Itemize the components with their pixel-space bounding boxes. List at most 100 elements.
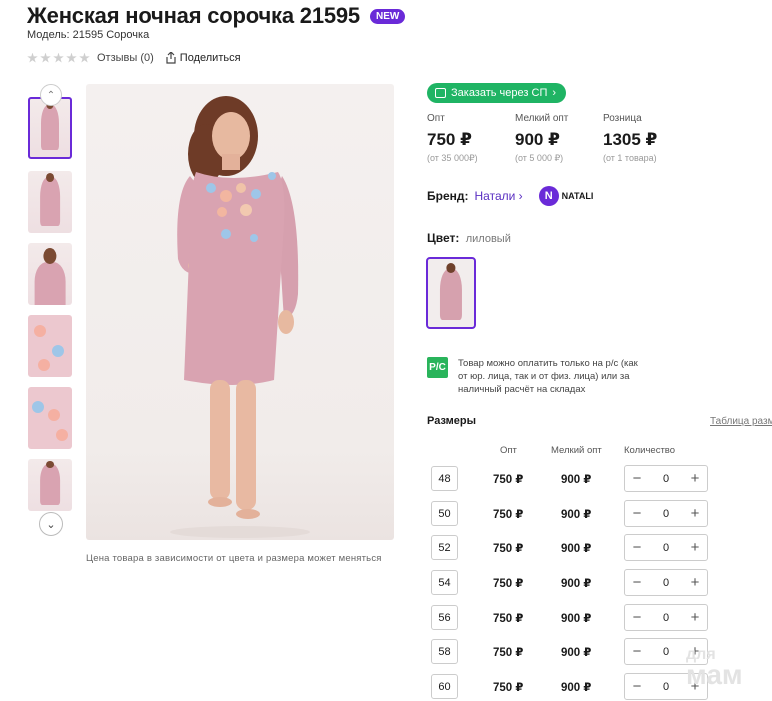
dress-figure — [40, 464, 60, 505]
quantity-input[interactable]: 0 — [663, 542, 669, 554]
print-flower — [48, 409, 60, 421]
size-small-opt-price: 900 ₽ — [561, 647, 592, 659]
size-opt-price: 750 ₽ — [493, 682, 524, 694]
size-row: 50 750 ₽ 900 ₽ − 0 + — [431, 500, 721, 527]
plus-button[interactable]: + — [688, 575, 702, 590]
quantity-input[interactable]: 0 — [663, 681, 669, 693]
star-icon — [40, 52, 51, 63]
star-icon — [66, 52, 77, 63]
brand-row: Бренд: Натали › N NATALI — [427, 186, 593, 206]
price-label: Розница — [603, 113, 642, 124]
size-table-link[interactable]: Таблица разм — [710, 416, 772, 427]
reviews-link[interactable]: Отзывы (0) — [97, 52, 154, 64]
thumbnail-3[interactable] — [28, 243, 72, 305]
payment-note: Р/С Товар можно оплатить только на р/с (… — [427, 357, 648, 396]
minus-button[interactable]: − — [630, 540, 644, 555]
price-small-opt: Мелкий опт 900 ₽ (от 5 000 ₽) — [515, 113, 575, 164]
size-row: 58 750 ₽ 900 ₽ − 0 + — [431, 638, 721, 665]
quantity-input[interactable]: 0 — [663, 473, 669, 485]
quantity-stepper: − 0 + — [624, 465, 708, 492]
print-flower — [34, 325, 46, 337]
price-note: (от 35 000₽) — [427, 153, 478, 163]
plus-button[interactable]: + — [688, 506, 702, 521]
model-head — [446, 263, 456, 273]
minus-button[interactable]: − — [630, 610, 644, 625]
size-label: 52 — [431, 535, 458, 560]
size-row: 52 750 ₽ 900 ₽ − 0 + — [431, 534, 721, 561]
quantity-input[interactable]: 0 — [663, 612, 669, 624]
minus-button[interactable]: − — [630, 471, 644, 486]
col-header-small-opt: Мелкий опт — [551, 445, 602, 456]
quantity-stepper: − 0 + — [624, 500, 708, 527]
watermark-line-2: мам — [686, 659, 743, 691]
quantity-input[interactable]: 0 — [663, 646, 669, 658]
quantity-input[interactable]: 0 — [663, 577, 669, 589]
chevron-up-icon: ⌃ — [46, 89, 56, 101]
star-icon — [79, 52, 90, 63]
brand-label: Бренд: — [427, 189, 469, 203]
color-label: Цвет: — [427, 231, 460, 245]
price-note: (от 1 товара) — [603, 153, 657, 163]
price-value: 900 ₽ — [515, 130, 560, 149]
product-title: Женская ночная сорочка 21595 — [27, 3, 360, 28]
thumbnail-4[interactable] — [28, 315, 72, 377]
size-small-opt-price: 900 ₽ — [561, 578, 592, 590]
minus-button[interactable]: − — [630, 644, 644, 659]
product-model: Модель: 21595 Сорочка — [27, 29, 150, 41]
bank-transfer-icon: Р/С — [427, 357, 448, 378]
size-label: 58 — [431, 639, 458, 664]
share-button[interactable]: Поделиться — [166, 52, 241, 64]
thumbnail-2[interactable] — [28, 171, 72, 233]
share-icon — [166, 52, 176, 64]
thumbnail-1[interactable] — [28, 97, 72, 159]
print-flower — [38, 359, 50, 371]
thumbnail-6[interactable] — [28, 459, 72, 511]
color-row: Цвет: лиловый — [427, 231, 511, 245]
dress-figure — [34, 261, 66, 305]
plus-button[interactable]: + — [688, 610, 702, 625]
price-label: Опт — [427, 113, 445, 124]
size-opt-price: 750 ₽ — [493, 474, 524, 486]
size-small-opt-price: 900 ₽ — [561, 543, 592, 555]
rating-stars — [27, 52, 90, 64]
new-badge: NEW — [369, 8, 406, 24]
payment-text: Товар можно оплатить только на р/с (как … — [458, 358, 638, 395]
price-block: Опт 750 ₽ (от 35 000₽) Мелкий опт 900 ₽ … — [427, 113, 663, 164]
print-flower — [56, 429, 68, 441]
brand-link[interactable]: Натали › — [475, 189, 523, 203]
share-label: Поделиться — [179, 52, 241, 64]
size-opt-price: 750 ₽ — [493, 543, 524, 555]
quantity-stepper: − 0 + — [624, 534, 708, 561]
size-opt-price: 750 ₽ — [493, 578, 524, 590]
size-opt-price: 750 ₽ — [493, 647, 524, 659]
minus-button[interactable]: − — [630, 506, 644, 521]
main-product-image[interactable] — [86, 84, 394, 540]
thumbs-up-button[interactable]: ⌃ — [40, 84, 62, 106]
plus-button[interactable]: + — [688, 540, 702, 555]
price-retail: Розница 1305 ₽ (от 1 товара) — [603, 113, 663, 164]
brand-logo[interactable]: N NATALI — [538, 186, 594, 206]
quantity-stepper: − 0 + — [624, 604, 708, 631]
image-caption: Цена товара в зависимости от цвета и раз… — [86, 553, 382, 564]
quantity-input[interactable]: 0 — [663, 508, 669, 520]
order-sp-button[interactable]: Заказать через СП › — [427, 83, 567, 103]
size-small-opt-price: 900 ₽ — [561, 682, 592, 694]
minus-button[interactable]: − — [630, 679, 644, 694]
price-value: 750 ₽ — [427, 130, 472, 149]
plus-button[interactable]: + — [688, 471, 702, 486]
size-row: 60 750 ₽ 900 ₽ − 0 + — [431, 673, 721, 700]
size-opt-price: 750 ₽ — [493, 509, 524, 521]
minus-button[interactable]: − — [630, 575, 644, 590]
chevron-down-icon: ⌄ — [46, 518, 56, 531]
thumbs-down-button[interactable]: ⌄ — [39, 512, 63, 536]
size-small-opt-price: 900 ₽ — [561, 509, 592, 521]
dress-figure — [40, 177, 60, 226]
color-value: лиловый — [465, 233, 511, 245]
thumbnail-5[interactable] — [28, 387, 72, 449]
brand-name: Натали — [474, 189, 516, 203]
brand-logo-text: NATALI — [561, 191, 594, 201]
size-row: 54 750 ₽ 900 ₽ − 0 + — [431, 569, 721, 596]
size-opt-price: 750 ₽ — [493, 613, 524, 625]
size-label: 60 — [431, 674, 458, 699]
color-swatch-lilac[interactable] — [426, 257, 476, 329]
